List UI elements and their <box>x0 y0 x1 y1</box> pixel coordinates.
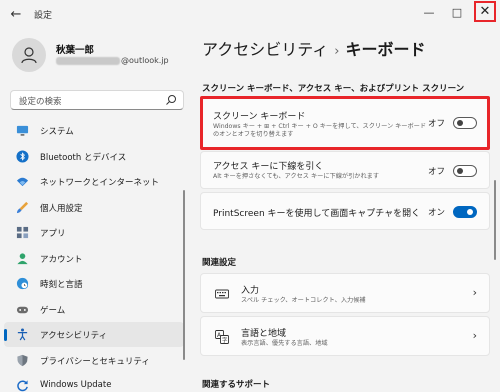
sidebar-item-network[interactable]: ネットワークとインターネット <box>4 169 184 194</box>
globe-clock-icon <box>16 277 29 290</box>
sidebar: 秋葉一郎 @outlook.jp 設定の検索 システム Bluetooth とデ… <box>0 30 190 392</box>
sidebar-item-label: 時刻と言語 <box>40 280 83 290</box>
toggle-knob <box>457 168 463 174</box>
user-email: @outlook.jp <box>56 56 169 65</box>
wifi-icon <box>16 177 29 187</box>
printscreen-title: PrintScreen キーを使用して画面キャプチャを開く <box>213 209 421 219</box>
section-header-keyboard: スクリーン キーボード、アクセス キー、およびプリント スクリーン <box>202 84 465 94</box>
sidebar-item-bluetooth[interactable]: Bluetooth とデバイス <box>4 144 184 169</box>
search-placeholder: 設定の検索 <box>19 97 62 107</box>
sidebar-item-system[interactable]: システム <box>4 118 184 143</box>
onscreen-keyboard-desc-line2: のオンとオフを切り替えます <box>213 131 294 138</box>
printscreen-toggle[interactable] <box>453 206 477 218</box>
svg-text:字: 字 <box>222 336 228 344</box>
toggle-knob <box>467 209 473 215</box>
breadcrumb-parent[interactable]: アクセシビリティ <box>202 40 328 59</box>
account-icon <box>17 252 28 264</box>
bluetooth-icon <box>16 149 29 163</box>
sidebar-item-time-language[interactable]: 時刻と言語 <box>4 271 184 296</box>
sidebar-item-accessibility[interactable]: アクセシビリティ <box>4 322 184 347</box>
chevron-right-icon: › <box>472 286 477 299</box>
sidebar-item-label: システム <box>40 127 74 137</box>
breadcrumb: アクセシビリティ › キーボード <box>202 36 425 60</box>
sidebar-item-label: アプリ <box>40 229 66 239</box>
onscreen-keyboard-desc-line1: Windows キー + ⊞ + Ctrl キー + O キーを押して、スクリー… <box>213 123 427 130</box>
sidebar-item-label: 個人用設定 <box>40 203 83 214</box>
game-icon <box>16 306 29 313</box>
language-region-card[interactable]: A字 言語と地域 表示言語、優先する言語、地域 › <box>200 316 490 356</box>
page-title: キーボード <box>345 40 426 59</box>
active-indicator <box>4 329 7 341</box>
typing-desc: スペル チェック、オートコレクト、入力候補 <box>241 297 366 304</box>
sidebar-item-label: ゲーム <box>40 305 66 316</box>
breadcrumb-separator: › <box>334 44 340 59</box>
access-key-underline-toggle[interactable] <box>453 165 477 177</box>
sidebar-item-apps[interactable]: アプリ <box>4 220 184 245</box>
close-button[interactable]: ✕ <box>474 1 496 22</box>
typing-title: 入力 <box>241 286 260 296</box>
back-button[interactable]: ← <box>6 5 26 25</box>
sidebar-nav: システム Bluetooth とデバイス ネットワークとインターネット 個人用設… <box>4 118 184 392</box>
printscreen-card[interactable]: PrintScreen キーを使用して画面キャプチャを開く オン <box>200 192 490 230</box>
sidebar-item-label: アカウント <box>40 254 83 265</box>
onscreen-keyboard-title: スクリーン キーボード <box>213 112 306 122</box>
language-icon: A字 <box>215 330 229 344</box>
sidebar-item-label: Windows Update <box>40 380 112 390</box>
brush-icon <box>16 201 29 213</box>
onscreen-keyboard-card[interactable]: スクリーン キーボード Windows キー + ⊞ + Ctrl キー + O… <box>200 98 490 148</box>
printscreen-state: オン <box>427 208 445 218</box>
sidebar-item-accounts[interactable]: アカウント <box>4 246 184 271</box>
access-key-underline-card[interactable]: アクセス キーに下線を引く Alt キーを押さなくても、アクセス キーに下線が引… <box>200 151 490 189</box>
sidebar-item-personalization[interactable]: 個人用設定 <box>4 195 184 220</box>
section-header-related: 関連設定 <box>202 258 237 268</box>
search-icon[interactable] <box>165 94 177 106</box>
access-key-underline-desc: Alt キーを押さなくても、アクセス キーに下線が引かれます <box>213 173 380 180</box>
sidebar-item-label: ネットワークとインターネット <box>40 178 160 188</box>
avatar[interactable] <box>12 38 46 72</box>
sidebar-item-label: アクセシビリティ <box>40 331 108 341</box>
language-desc: 表示言語、優先する言語、地域 <box>241 340 328 347</box>
sidebar-scrollbar[interactable] <box>183 190 185 360</box>
title-bar: ← 設定 — □ ✕ <box>0 0 500 30</box>
person-icon <box>21 47 37 64</box>
onscreen-keyboard-state: オフ <box>427 119 445 129</box>
main-scrollbar[interactable] <box>494 180 496 260</box>
apps-icon <box>16 226 29 239</box>
sidebar-item-label: プライバシーとセキュリティ <box>40 356 150 367</box>
language-title: 言語と地域 <box>241 329 287 339</box>
shield-icon <box>17 354 28 366</box>
user-name: 秋葉一郎 <box>56 45 95 56</box>
search-input[interactable]: 設定の検索 <box>10 90 184 110</box>
email-redaction <box>56 56 120 65</box>
update-icon <box>17 380 28 392</box>
chevron-right-icon: › <box>472 329 477 342</box>
access-key-underline-state: オフ <box>427 167 445 177</box>
email-suffix: @outlook.jp <box>121 56 169 65</box>
main-content: アクセシビリティ › キーボード スクリーン キーボード、アクセス キー、およびプリ… <box>190 30 500 392</box>
sidebar-item-gaming[interactable]: ゲーム <box>4 297 184 322</box>
sidebar-item-windows-update[interactable]: Windows Update <box>4 373 184 392</box>
keyboard-icon <box>215 289 229 299</box>
app-title: 設定 <box>34 11 53 21</box>
monitor-icon <box>16 125 29 136</box>
sidebar-item-privacy[interactable]: プライバシーとセキュリティ <box>4 348 184 373</box>
section-header-support: 関連するサポート <box>202 380 271 390</box>
onscreen-keyboard-toggle[interactable] <box>453 117 477 129</box>
minimize-button[interactable]: — <box>418 2 440 24</box>
access-key-underline-title: アクセス キーに下線を引く <box>213 162 324 172</box>
typing-settings-card[interactable]: 入力 スペル チェック、オートコレクト、入力候補 › <box>200 273 490 313</box>
maximize-button[interactable]: □ <box>446 2 468 24</box>
sidebar-item-label: Bluetooth とデバイス <box>40 152 127 163</box>
toggle-knob <box>457 120 463 126</box>
accessibility-icon <box>17 328 28 341</box>
